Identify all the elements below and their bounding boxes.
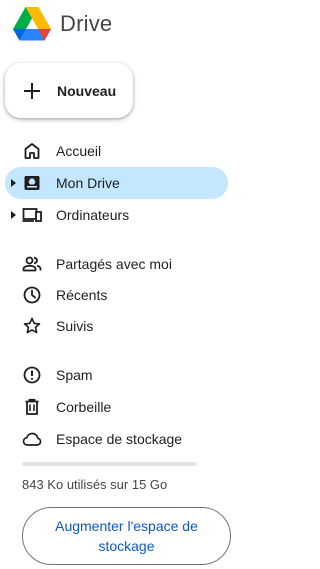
nav-item-label: Partagés avec moi bbox=[56, 256, 172, 272]
clock-icon bbox=[23, 286, 41, 304]
nav-item-label: Spam bbox=[56, 367, 93, 383]
storage-progress-bar bbox=[22, 462, 197, 466]
home-icon bbox=[24, 143, 40, 159]
nav-item-ordinateurs[interactable]: Ordinateurs bbox=[5, 199, 228, 231]
storage-usage-text: 843 Ko utilisés sur 15 Go bbox=[22, 477, 168, 492]
nav-item-label: Ordinateurs bbox=[56, 207, 130, 223]
nav-item-label: Suivis bbox=[56, 318, 94, 334]
nav-item-corbeille[interactable]: Corbeille bbox=[5, 391, 228, 423]
nav-item-suivis[interactable]: Suivis bbox=[5, 310, 228, 342]
nav-item-label: Accueil bbox=[56, 143, 102, 159]
shared-people-icon bbox=[22, 256, 42, 272]
nav-item-accueil[interactable]: Accueil bbox=[5, 135, 228, 167]
nav-item-mon-drive[interactable]: Mon Drive bbox=[5, 167, 228, 199]
plus-icon bbox=[24, 82, 40, 99]
drive-logo[interactable]: Drive bbox=[13, 4, 112, 44]
nav-item-label: Espace de stockage bbox=[56, 431, 183, 447]
expand-arrow-icon[interactable] bbox=[11, 179, 16, 187]
my-drive-icon bbox=[24, 176, 40, 190]
new-button-label: Nouveau bbox=[57, 82, 117, 99]
nav-item-partages[interactable]: Partagés avec moi bbox=[5, 248, 228, 280]
nav-item-label: Mon Drive bbox=[56, 175, 120, 191]
nav-item-stockage[interactable]: Espace de stockage bbox=[5, 423, 228, 455]
drive-sidebar: Drive Nouveau Accueil Mon Drive Ordinate… bbox=[0, 0, 243, 569]
star-icon bbox=[23, 317, 41, 334]
expand-arrow-icon[interactable] bbox=[11, 211, 16, 219]
nav-item-spam[interactable]: Spam bbox=[5, 359, 228, 391]
nav-item-label: Récents bbox=[56, 287, 108, 303]
spam-icon bbox=[23, 366, 41, 384]
google-drive-logo-icon bbox=[13, 7, 51, 41]
upgrade-storage-button[interactable]: Augmenter l'espace de stockage bbox=[22, 507, 231, 565]
upgrade-storage-label: Augmenter l'espace de stockage bbox=[55, 518, 198, 554]
app-title: Drive bbox=[60, 11, 113, 36]
nav-item-recents[interactable]: Récents bbox=[5, 279, 228, 311]
cloud-icon bbox=[22, 432, 42, 446]
new-button[interactable]: Nouveau bbox=[5, 63, 133, 118]
nav-item-label: Corbeille bbox=[56, 399, 112, 415]
trash-icon bbox=[25, 398, 39, 415]
computers-icon bbox=[22, 208, 42, 222]
